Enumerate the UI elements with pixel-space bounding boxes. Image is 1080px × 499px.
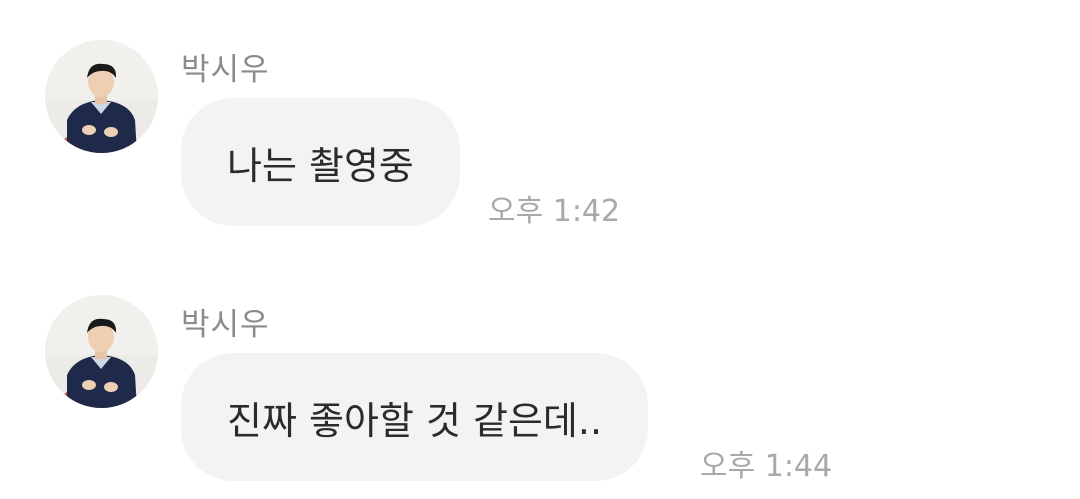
message-bubble[interactable]: 진짜 좋아할 것 같은데.. — [181, 353, 649, 481]
message-timestamp: 오후 1:42 — [488, 194, 621, 229]
message-row: 박시우 나는 촬영중 오후 1:42 — [0, 0, 1080, 240]
message-timestamp: 오후 1:44 — [700, 449, 833, 484]
profile-photo-icon — [45, 40, 158, 153]
message-row: 박시우 진짜 좋아할 것 같은데.. 오후 1:44 — [0, 255, 1080, 499]
sender-name: 박시우 — [181, 52, 270, 88]
avatar[interactable] — [45, 295, 158, 408]
profile-photo-icon — [45, 295, 158, 408]
message-bubble[interactable]: 나는 촬영중 — [181, 98, 460, 226]
avatar[interactable] — [45, 40, 158, 153]
sender-name: 박시우 — [181, 307, 270, 343]
